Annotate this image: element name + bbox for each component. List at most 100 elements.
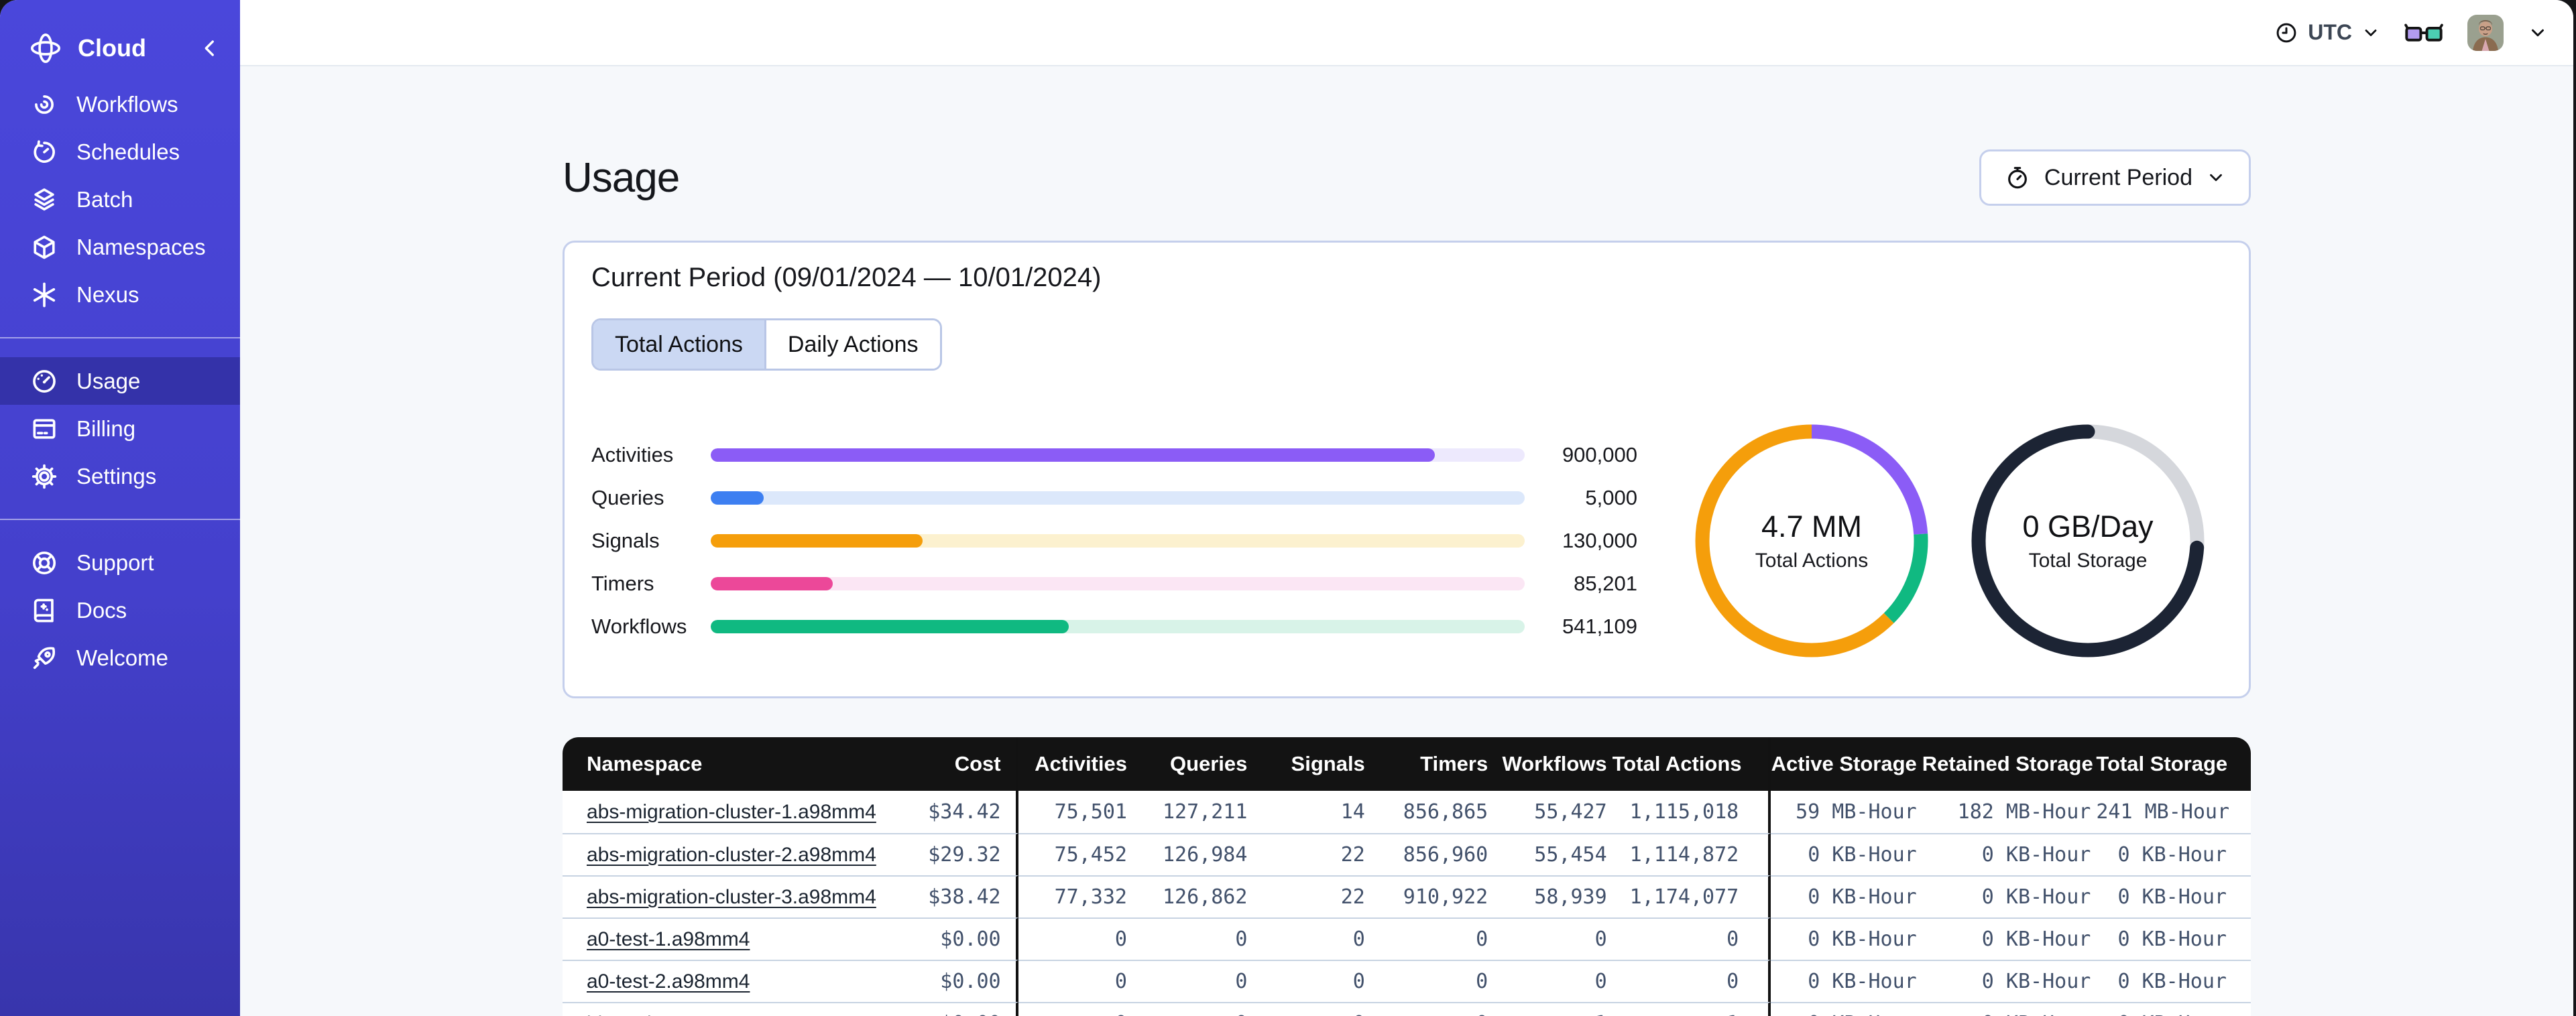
table-row: a0-test-1.a98mm4 $0.00 0 0 0 0 0 0 0 KB-Hour 0 KB…	[563, 917, 2251, 960]
sidebar-item-schedules[interactable]: Schedules	[0, 128, 240, 176]
tab-daily-actions[interactable]: Daily Actions	[764, 320, 940, 369]
bar-track	[711, 620, 1525, 633]
timezone-selector[interactable]: UTC	[2274, 20, 2380, 45]
value-cell: 126,862	[1132, 875, 1253, 917]
current-period-card: Current Period (09/01/2024 — 10/01/2024)…	[563, 241, 2251, 698]
total-storage-value: 0 GB/Day	[2022, 509, 2154, 544]
sidebar-item-batch[interactable]: Batch	[0, 176, 240, 223]
sidebar-collapse-button[interactable]	[198, 37, 221, 60]
total-actions-donut: 4.7 MM Total Actions	[1688, 418, 1935, 664]
value-cell: 1	[1612, 1002, 1771, 1016]
value-cell: 0	[1370, 917, 1494, 960]
column-header: Signals	[1252, 737, 1370, 791]
value-cell: 58,939	[1493, 875, 1613, 917]
table-row: bk-worker-test.a98mm4$0.000000110 KB-Hou…	[563, 1002, 2251, 1016]
value-cell: 0	[1370, 1002, 1494, 1016]
table-body: abs-migration-cluster-1.a98mm4 $34.42 75,5…	[563, 791, 2251, 1016]
column-header: Total Actions	[1612, 737, 1771, 791]
bar-track	[711, 577, 1525, 590]
usage-donuts: 4.7 MM Total Actions 0 GB/Day Total Stor…	[1688, 418, 2211, 664]
card-title: Current Period (09/01/2024 — 10/01/2024)	[591, 263, 1102, 292]
namespace-link[interactable]: a0-test-2.a98mm4	[587, 970, 750, 993]
namespace-link[interactable]: abs-migration-cluster-3.a98mm4	[587, 886, 876, 908]
namespace-link[interactable]: a0-test-1.a98mm4	[587, 928, 750, 950]
usage-page: Usage Current Period Current Period (09/…	[240, 66, 2573, 1016]
tab-total-actions[interactable]: Total Actions	[593, 320, 764, 369]
bar-value: 900,000	[1562, 443, 1637, 466]
page-title: Usage	[563, 154, 680, 201]
value-cell: $0.00	[878, 960, 1018, 1002]
value-cell: 77,332	[1018, 875, 1132, 917]
bar-fill	[711, 491, 764, 505]
user-menu-chevron-down-icon[interactable]	[2528, 23, 2548, 43]
value-cell: 0	[1252, 917, 1370, 960]
total-storage-donut: 0 GB/Day Total Storage	[1965, 418, 2211, 664]
sidebar-header: Cloud	[0, 20, 240, 80]
namespace-cell: bk-worker-test.a98mm4	[563, 1002, 879, 1016]
usage-bar-row: Activities 900,000	[591, 434, 1637, 477]
sidebar-item-usage[interactable]: Usage	[0, 357, 240, 405]
value-cell: 0	[1132, 960, 1253, 1002]
value-cell: 1	[1493, 1002, 1613, 1016]
clock-icon	[2274, 21, 2298, 45]
bar-track	[711, 448, 1525, 462]
value-cell: 0 KB-Hour	[1771, 1002, 1922, 1016]
sidebar-item-billing[interactable]: Billing	[0, 405, 240, 452]
value-cell: 0	[1252, 960, 1370, 1002]
sidebar-divider	[0, 519, 240, 520]
value-cell: 0	[1018, 960, 1132, 1002]
bar-value: 85,201	[1574, 572, 1637, 595]
period-selector-button[interactable]: Current Period	[1979, 149, 2251, 206]
bar-category-label: Activities	[591, 443, 674, 466]
settings-gear-icon	[30, 462, 59, 491]
value-cell: 0 KB-Hour	[1922, 875, 2097, 917]
sidebar-item-label: Workflows	[76, 91, 178, 117]
value-cell: 22	[1252, 875, 1370, 917]
user-avatar[interactable]	[2467, 14, 2504, 51]
usage-bar-row: Timers 85,201	[591, 562, 1637, 605]
namespace-link[interactable]: abs-migration-cluster-2.a98mm4	[587, 844, 876, 866]
value-cell: 0	[1612, 960, 1771, 1002]
namespace-cell: abs-migration-cluster-3.a98mm4	[563, 875, 879, 917]
value-cell: 1,174,077	[1612, 875, 1771, 917]
sidebar-item-workflows[interactable]: Workflows	[0, 80, 240, 128]
namespace-link[interactable]: abs-migration-cluster-1.a98mm4	[587, 801, 876, 823]
value-cell: 0 KB-Hour	[1771, 917, 1922, 960]
actions-tabs: Total Actions Daily Actions	[591, 318, 942, 371]
value-cell: $29.32	[878, 833, 1018, 875]
sidebar-item-support[interactable]: Support	[0, 539, 240, 586]
sidebar-item-namespaces[interactable]: Namespaces	[0, 223, 240, 271]
support-lifebuoy-icon	[30, 548, 59, 578]
table-row: a0-test-2.a98mm4 $0.00 0 0 0 0 0 0 0 KB-Hour 0 KB…	[563, 960, 2251, 1002]
value-cell: 856,865	[1370, 791, 1494, 833]
main-area: UTC Usage Current Period Current Period …	[240, 0, 2573, 1016]
bar-fill	[711, 534, 923, 548]
value-cell: 856,960	[1370, 833, 1494, 875]
value-cell: 0 KB-Hour	[1771, 875, 1922, 917]
temporal-cloud-logo-icon	[28, 31, 63, 66]
sidebar-item-docs[interactable]: Docs	[0, 586, 240, 634]
value-cell: 0 KB-Hour	[1771, 833, 1922, 875]
schedules-clock-icon	[30, 137, 59, 167]
value-cell: 126,984	[1132, 833, 1253, 875]
sidebar-item-welcome[interactable]: Welcome	[0, 634, 240, 682]
topbar: UTC	[240, 0, 2573, 66]
column-header: Active Storage	[1771, 737, 1922, 791]
value-cell: 0	[1132, 1002, 1253, 1016]
value-cell: 22	[1252, 833, 1370, 875]
value-cell: 910,922	[1370, 875, 1494, 917]
sidebar-item-label: Usage	[76, 368, 141, 393]
sidebar-divider	[0, 337, 240, 338]
value-cell: 0 KB-Hour	[1922, 1002, 2097, 1016]
sidebar-item-label: Nexus	[76, 281, 139, 307]
glasses-icon[interactable]	[2404, 21, 2443, 45]
column-header: Retained Storage	[1922, 737, 2097, 791]
sidebar-item-settings[interactable]: Settings	[0, 452, 240, 500]
namespace-link[interactable]: bk-worker-test.a98mm4	[587, 1013, 798, 1016]
bar-value: 541,109	[1562, 615, 1637, 638]
sidebar-title: Cloud	[78, 34, 146, 62]
sidebar-item-nexus[interactable]: Nexus	[0, 271, 240, 318]
bar-category-label: Workflows	[591, 615, 687, 638]
value-cell: 127,211	[1132, 791, 1253, 833]
app-window: Cloud Workflows Schedules Batch Namespac…	[0, 0, 2573, 1016]
